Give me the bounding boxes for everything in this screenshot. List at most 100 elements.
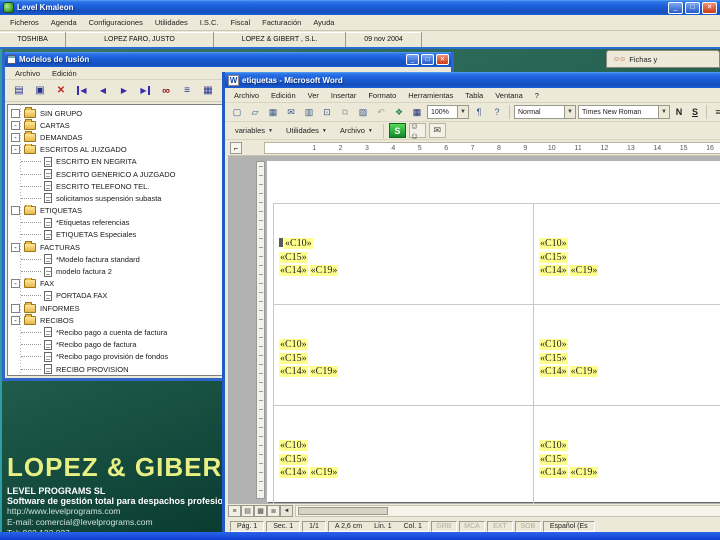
expand-checkbox[interactable] <box>11 206 20 216</box>
font-combobox[interactable]: Times New Roman ▼ <box>578 105 670 119</box>
expand-checkbox[interactable] <box>11 132 20 142</box>
list-icon[interactable]: ≡ <box>178 82 196 99</box>
data-source-icon[interactable]: S <box>388 123 406 138</box>
status-flag[interactable]: GRB <box>430 520 457 532</box>
menu-item[interactable]: Utilidades <box>149 18 194 27</box>
variables-menu[interactable]: variables ▼ <box>230 124 278 138</box>
search-icon[interactable]: ∞ <box>157 82 175 99</box>
undo-icon[interactable]: ↶ <box>373 105 389 120</box>
horizontal-ruler[interactable]: ⌐ 1 2 3 4 5 6 7 8 9 10 11 12 13 14 15 16 <box>228 140 720 156</box>
workspace-tab[interactable]: LOPEZ & GIBERT , S.L. <box>214 32 346 47</box>
menu-item[interactable]: Configuraciones <box>83 18 149 27</box>
vertical-ruler[interactable] <box>256 161 265 499</box>
chevron-down-icon[interactable]: ▼ <box>457 106 468 118</box>
menu-item[interactable]: Ventana <box>489 91 529 100</box>
label-cell[interactable]: «C10» «C15» «C14» «C19» <box>534 406 720 504</box>
recipients-icon[interactable]: ☺☺ <box>408 121 426 141</box>
fusion-titlebar[interactable]: Modelos de fusión _ □ ✕ <box>5 52 451 67</box>
print-icon[interactable]: ▥ <box>301 105 317 120</box>
app-titlebar[interactable]: Level Kmaleon _ □ ✕ <box>0 0 720 15</box>
minimize-button[interactable]: _ <box>406 54 419 65</box>
restore-button[interactable]: □ <box>685 1 700 14</box>
save-icon[interactable]: ▦ <box>265 105 281 120</box>
edit-record-icon[interactable]: ▣ <box>31 82 49 99</box>
workspace-tab[interactable]: 09 nov 2004 <box>346 32 422 47</box>
new-document-icon[interactable]: ▢ <box>229 105 245 120</box>
label-cell[interactable]: «C10» «C15» «C14» «C19» <box>534 204 720 305</box>
web-view-button[interactable]: ▤ <box>241 505 254 517</box>
menu-item[interactable]: Herramientas <box>402 91 459 100</box>
chevron-down-icon[interactable]: ▼ <box>658 106 669 118</box>
nav-next-icon[interactable]: ▶ <box>115 82 133 99</box>
open-icon[interactable]: ▱ <box>247 105 263 120</box>
help-icon[interactable]: ? <box>489 105 505 120</box>
print-layout-view-button[interactable]: ▦ <box>254 505 267 517</box>
word-titlebar[interactable]: W etiquetas - Microsoft Word <box>225 72 720 88</box>
menu-item[interactable]: Facturación <box>256 18 307 27</box>
menu-item[interactable]: Formato <box>362 91 402 100</box>
status-flag[interactable]: SOB <box>514 520 541 532</box>
nav-first-icon[interactable]: ◀ <box>73 82 91 99</box>
print-icon[interactable]: ▦ <box>199 82 217 99</box>
menu-item[interactable]: Archivo <box>9 69 46 78</box>
nav-last-icon[interactable]: ▶ <box>136 82 154 99</box>
underline-button[interactable]: S <box>688 105 702 119</box>
chevron-down-icon[interactable]: ▼ <box>564 106 575 118</box>
maximize-button[interactable]: □ <box>421 54 434 65</box>
horizontal-scrollbar[interactable] <box>295 505 720 517</box>
workspace-tab[interactable]: LOPEZ FARO, JUSTO <box>66 32 214 47</box>
paste-icon[interactable]: ▨ <box>355 105 371 120</box>
nav-prev-icon[interactable]: ◀ <box>94 82 112 99</box>
close-button[interactable]: ✕ <box>436 54 449 65</box>
merge-envelope-icon[interactable]: ✉ <box>428 123 446 138</box>
fichas-button[interactable]: ☺☺ Fichas y <box>606 50 720 68</box>
show-marks-icon[interactable]: ¶ <box>471 105 487 120</box>
zoom-combobox[interactable]: 100% ▼ <box>427 105 469 119</box>
print-preview-icon[interactable]: ⊡ <box>319 105 335 120</box>
status-flag[interactable]: EXT <box>486 520 513 532</box>
expand-checkbox[interactable] <box>11 279 20 289</box>
menu-item[interactable]: Agenda <box>45 18 83 27</box>
menu-item[interactable]: Archivo <box>228 91 265 100</box>
archivo-menu[interactable]: Archivo ▼ <box>335 124 378 138</box>
scroll-left-arrow[interactable]: ◄ <box>280 505 293 517</box>
insert-table-icon[interactable]: ▦ <box>409 105 425 120</box>
expand-checkbox[interactable] <box>11 120 20 130</box>
expand-checkbox[interactable] <box>11 242 20 252</box>
workspace-tab[interactable]: TOSHIBA <box>0 32 66 47</box>
delete-record-icon[interactable]: ✕ <box>52 82 70 99</box>
scrollbar-thumb[interactable] <box>298 507 388 515</box>
label-cell[interactable]: «C10» «C15» «C14» «C19» <box>274 305 534 406</box>
copy-icon[interactable]: ⧉ <box>337 105 353 120</box>
outline-view-button[interactable]: ≣ <box>267 505 280 517</box>
new-record-icon[interactable]: ▤ <box>10 82 28 99</box>
utilidades-menu[interactable]: Utilidades ▼ <box>281 124 332 138</box>
expand-checkbox[interactable] <box>11 145 20 155</box>
tab-stop-selector-icon[interactable]: ⌐ <box>230 142 242 154</box>
close-button[interactable]: ✕ <box>702 1 717 14</box>
menu-item[interactable]: ? <box>529 91 545 100</box>
bold-button[interactable]: N <box>672 105 686 119</box>
menu-item[interactable]: Ficheros <box>4 18 45 27</box>
expand-checkbox[interactable] <box>11 108 20 118</box>
minimize-button[interactable]: _ <box>668 1 683 14</box>
menu-item[interactable]: Fiscal <box>225 18 257 27</box>
document-page[interactable]: «C10» «C15» «C14» «C19» «C10» «C15» «C14»… <box>267 161 720 504</box>
label-cell[interactable]: «C10» «C15» «C14» «C19» <box>274 406 534 504</box>
menu-item[interactable]: Ayuda <box>307 18 340 27</box>
align-left-button[interactable]: ≡ <box>711 105 720 119</box>
email-icon[interactable]: ✉ <box>283 105 299 120</box>
menu-item[interactable]: Insertar <box>325 91 362 100</box>
expand-checkbox[interactable] <box>11 303 20 313</box>
status-flag[interactable]: MCA <box>458 520 485 532</box>
menu-item[interactable]: Tabla <box>459 91 489 100</box>
style-combobox[interactable]: Normal ▼ <box>514 105 576 119</box>
label-cell[interactable]: «C10» «C15» «C14» «C19» <box>274 204 534 305</box>
menu-item[interactable]: Edición <box>46 69 83 78</box>
mail-merge-icon[interactable]: ❖ <box>391 105 407 120</box>
label-cell[interactable]: «C10» «C15» «C14» «C19» <box>534 305 720 406</box>
menu-item[interactable]: I.S.C. <box>194 18 225 27</box>
expand-checkbox[interactable] <box>11 315 20 325</box>
menu-item[interactable]: Edición <box>265 91 302 100</box>
normal-view-button[interactable]: ≡ <box>228 505 241 517</box>
